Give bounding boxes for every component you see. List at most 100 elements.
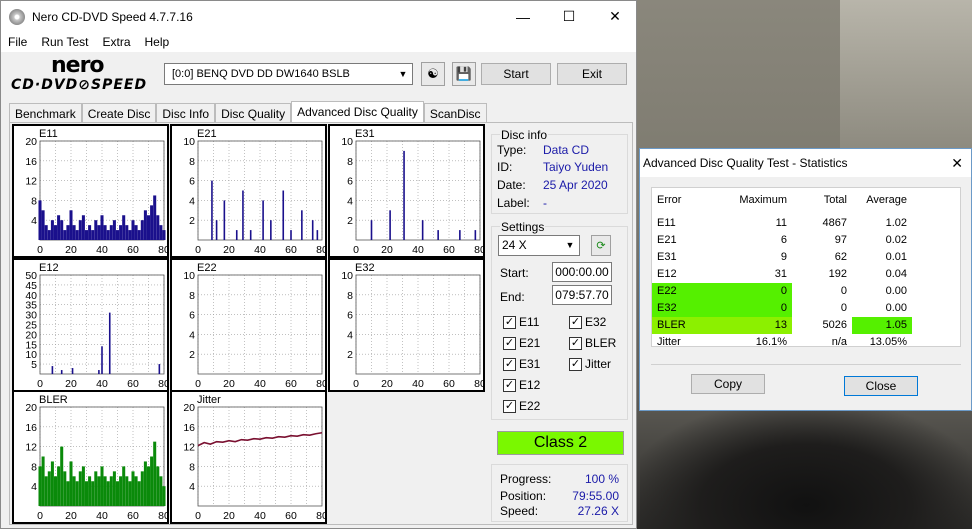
x-tick-label: 80 <box>474 378 483 390</box>
chart-svg: 2 4 6 8 10 0 20 40 60 80 E31 <box>341 128 483 256</box>
check-e21[interactable]: ✓ E21 <box>503 336 540 350</box>
drive-info-button[interactable]: ☯ <box>421 62 445 86</box>
menu-run-test[interactable]: Run Test <box>34 35 95 49</box>
table-row: E31 9 62 0.01 <box>652 249 962 266</box>
tab-create-disc[interactable]: Create Disc <box>81 103 157 123</box>
menu-help[interactable]: Help <box>138 35 177 49</box>
chart-e11: 4 8 12 16 20 0 20 40 60 80 E11 <box>12 124 169 258</box>
bar <box>153 195 157 240</box>
statistics-title: Advanced Disc Quality Test - Statistics <box>643 156 848 170</box>
stat-cell-avg: 13.05% <box>869 336 907 348</box>
bar <box>270 220 272 240</box>
check-e22[interactable]: ✓ E22 <box>503 399 540 413</box>
bar <box>122 466 126 506</box>
toolbar: nero CD·DVD⊘SPEED [0:0] BENQ DVD DD DW16… <box>1 52 636 97</box>
check-bler[interactable]: ✓ BLER <box>569 336 616 350</box>
tab-advanced-disc-quality[interactable]: Advanced Disc Quality <box>291 101 424 123</box>
save-button[interactable]: 💾 <box>452 62 476 86</box>
bar <box>137 230 141 240</box>
y-tick-label: 2 <box>347 349 353 361</box>
y-tick-label: 4 <box>189 329 195 341</box>
y-tick-label: 2 <box>189 349 195 361</box>
menu-file[interactable]: File <box>1 35 34 49</box>
close-button[interactable]: Close <box>844 376 918 396</box>
bar <box>81 466 85 506</box>
drive-select[interactable]: [0:0] BENQ DVD DD DW1640 BSLB ▼ <box>164 63 413 85</box>
copy-button[interactable]: Copy <box>691 374 765 394</box>
bar <box>437 230 439 240</box>
bar <box>131 471 135 506</box>
chart-title: BLER <box>39 394 68 406</box>
stat-cell-total: n/a <box>831 336 847 348</box>
bar <box>459 230 461 240</box>
chart-title: Jitter <box>197 394 221 406</box>
bar <box>41 456 45 506</box>
y-tick-label: 4 <box>31 215 37 227</box>
bar <box>125 225 129 240</box>
chart-svg: 4 8 12 16 20 0 20 40 60 80 Jitter <box>183 394 325 522</box>
y-tick-label: 6 <box>189 176 195 188</box>
x-tick-label: 20 <box>223 378 235 390</box>
x-tick-label: 60 <box>127 244 139 256</box>
check-e31[interactable]: ✓ E31 <box>503 357 540 371</box>
bar <box>156 466 160 506</box>
menu-bar: File Run Test Extra Help <box>1 32 636 52</box>
x-tick-label: 0 <box>37 244 43 256</box>
chart-title: E12 <box>39 262 59 274</box>
checkbox-checked-icon: ✓ <box>503 357 516 371</box>
table-row: E12 31 192 0.04 <box>652 266 962 283</box>
tab-disc-info[interactable]: Disc Info <box>156 103 216 123</box>
start-button[interactable]: Start <box>481 63 551 85</box>
x-tick-label: 40 <box>412 244 424 256</box>
chevron-down-icon: ▼ <box>398 69 408 79</box>
tab-disc-quality[interactable]: Disc Quality <box>215 103 292 123</box>
chart-e31: 2 4 6 8 10 0 20 40 60 80 E31 <box>328 124 485 258</box>
stat-cell-avg: 1.05 <box>852 317 912 334</box>
bar <box>38 466 42 506</box>
close-icon[interactable]: ✕ <box>951 155 963 172</box>
refresh-button[interactable]: ⟳ <box>591 235 611 256</box>
progress-value: 100 % <box>584 472 619 486</box>
bar <box>474 230 477 240</box>
bar <box>41 210 45 240</box>
x-tick-label: 40 <box>254 510 266 522</box>
check-e32[interactable]: ✓ E32 <box>569 315 606 329</box>
menu-extra[interactable]: Extra <box>95 35 137 49</box>
x-tick-label: 60 <box>285 244 297 256</box>
x-tick-label: 20 <box>381 378 393 390</box>
bar <box>122 215 126 240</box>
bar <box>94 220 98 240</box>
checkbox-checked-icon: ✓ <box>503 315 516 329</box>
tab-scandisc[interactable]: ScanDisc <box>423 103 487 123</box>
table-header-row: Error Maximum Total Average <box>652 192 962 209</box>
table-row: E11 11 4867 1.02 <box>652 215 962 232</box>
tab-benchmark[interactable]: Benchmark <box>9 103 82 123</box>
start-field[interactable]: 000:00.00 <box>552 262 612 282</box>
maximize-icon[interactable]: ☐ <box>546 1 592 32</box>
y-tick-label: 50 <box>25 270 37 282</box>
close-icon[interactable]: ✕ <box>592 1 638 32</box>
bar <box>146 215 151 240</box>
speed-select[interactable]: 24 X ▼ <box>498 235 580 256</box>
stat-cell-max: 16.1% <box>755 336 787 348</box>
bar <box>98 370 100 374</box>
drive-info-icon: ☯ <box>427 66 439 81</box>
x-tick-label: 80 <box>316 510 325 522</box>
x-tick-label: 20 <box>65 510 77 522</box>
bar <box>47 230 51 240</box>
exit-button[interactable]: Exit <box>557 63 627 85</box>
check-jitter[interactable]: ✓ Jitter <box>569 357 611 371</box>
end-field[interactable]: 079:57.70 <box>552 285 612 305</box>
chart-title: E22 <box>197 262 217 274</box>
stat-cell-max: 31 <box>774 268 787 280</box>
y-tick-label: 8 <box>189 290 195 302</box>
statistics-dialog: Advanced Disc Quality Test - Statistics … <box>639 148 972 411</box>
progress-label: Progress: <box>500 472 552 486</box>
stat-cell-name: E21 <box>657 234 677 246</box>
check-e12[interactable]: ✓ E12 <box>503 378 540 392</box>
bar <box>301 210 303 240</box>
bar <box>88 476 92 506</box>
disc-date-value: 25 Apr 2020 <box>543 178 608 192</box>
minimize-icon[interactable]: — <box>500 1 546 32</box>
check-e11[interactable]: ✓ E11 <box>503 315 539 329</box>
